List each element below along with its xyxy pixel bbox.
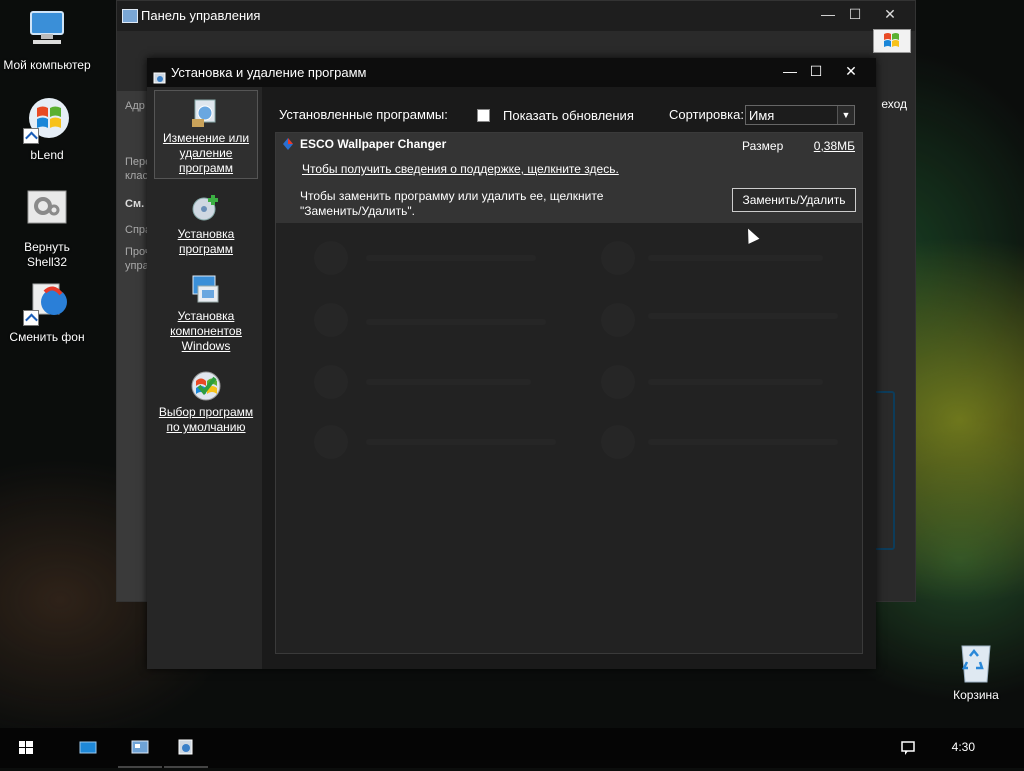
nav-windows-components[interactable]: Установка компонентов Windows — [154, 273, 258, 353]
show-updates-label: Показать обновления — [503, 108, 634, 123]
ghost-line — [366, 379, 531, 385]
add-remove-programs-icon — [178, 739, 193, 755]
shortcut-arrow-icon — [23, 128, 39, 144]
close-button[interactable]: ✕ — [834, 58, 868, 86]
ghost-line — [648, 379, 823, 385]
close-button[interactable]: ✕ — [873, 1, 907, 29]
ghost-icon — [601, 241, 635, 275]
windows-components-icon — [189, 273, 223, 307]
ghost-line — [366, 255, 536, 261]
control-panel-titlebar[interactable]: Панель управления — ☐ ✕ — [117, 1, 915, 31]
desktop-icon-label: bLend — [30, 148, 64, 162]
recycle-bin-icon — [952, 640, 1000, 684]
control-panel-title: Панель управления — [141, 8, 261, 23]
nav-label: Выбор программ по умолчанию — [158, 405, 254, 434]
ghost-icon — [601, 365, 635, 399]
dialog-nav: Изменение или удаление программ Установк… — [147, 87, 262, 669]
desktop-icon-blend[interactable]: bLend — [2, 96, 92, 163]
dialog-main: Установленные программы: Показать обновл… — [262, 87, 876, 669]
default-programs-icon — [189, 369, 223, 403]
desktop-icon-restore-shell32[interactable]: Вернуть Shell32 — [2, 188, 92, 270]
desktop-icon-label: Сменить фон — [9, 330, 85, 344]
desktop-icon — [79, 741, 97, 754]
exit-link[interactable]: еход — [881, 97, 907, 111]
ghost-icon — [314, 241, 348, 275]
nav-label: Изменение или удаление программ — [162, 131, 250, 175]
taskbar-clock[interactable]: 4:30 — [952, 740, 975, 754]
chevron-down-icon[interactable]: ▼ — [837, 106, 854, 124]
desktop-icon-recycle-bin[interactable]: Корзина — [931, 640, 1021, 703]
ghost-icon — [314, 425, 348, 459]
sort-value: Имя — [749, 108, 775, 123]
change-remove-programs-icon — [189, 95, 223, 129]
desktop-icon-my-computer[interactable]: Мой компьютер — [2, 6, 92, 73]
program-name: ESCO Wallpaper Changer — [300, 137, 447, 151]
nav-label: Установка программ — [177, 227, 235, 256]
add-remove-programs-window[interactable]: Установка и удаление программ — ☐ ✕ Изме… — [147, 58, 876, 669]
desktop-icon-change-wallpaper[interactable]: Сменить фон — [2, 278, 92, 345]
add-remove-programs-icon — [153, 66, 167, 84]
action-center-button[interactable] — [886, 728, 930, 768]
taskbar-desktop-button[interactable] — [66, 728, 110, 768]
ghost-line — [366, 319, 546, 325]
dialog-title: Установка и удаление программ — [171, 65, 367, 80]
taskbar-add-remove-programs-button[interactable] — [164, 728, 208, 768]
add-programs-icon — [189, 191, 223, 225]
ghost-icon — [314, 365, 348, 399]
sort-dropdown[interactable]: Имя ▼ — [745, 105, 855, 125]
ghost-icon — [314, 303, 348, 337]
ghost-icon — [601, 303, 635, 337]
change-remove-button[interactable]: Заменить/Удалить — [732, 188, 856, 212]
notification-icon — [901, 741, 915, 755]
start-button[interactable] — [4, 728, 48, 768]
nav-add-programs[interactable]: Установка программ — [154, 191, 258, 261]
support-link[interactable]: Чтобы получить сведения о поддержке, щел… — [302, 162, 619, 176]
show-updates-checkbox[interactable] — [477, 109, 490, 122]
program-icon — [281, 137, 295, 151]
ghost-line — [648, 439, 838, 445]
ghost-line — [648, 255, 823, 261]
program-description: Чтобы заменить программу или удалить ее,… — [300, 189, 604, 218]
windows-logo-icon — [873, 29, 911, 53]
sidebar-text: Адр — [125, 100, 145, 112]
dialog-titlebar[interactable]: Установка и удаление программ — ☐ ✕ — [147, 58, 876, 87]
program-list[interactable]: ESCO Wallpaper Changer Размер 0,38МБ Что… — [275, 132, 863, 654]
ghost-line — [366, 439, 556, 445]
desktop-icon-label: Мой компьютер — [3, 58, 91, 72]
size-label: Размер — [742, 139, 784, 153]
ghost-line — [648, 313, 838, 319]
nav-change-remove-programs[interactable]: Изменение или удаление программ — [154, 90, 258, 179]
control-panel-icon — [122, 9, 138, 23]
shortcut-arrow-icon — [23, 310, 39, 326]
maximize-button[interactable]: ☐ — [799, 58, 833, 86]
taskbar-control-panel-button[interactable] — [118, 728, 162, 768]
windows-flag-icon — [23, 96, 71, 144]
decorative-frame — [873, 391, 895, 550]
nav-default-programs[interactable]: Выбор программ по умолчанию — [154, 369, 258, 449]
taskbar: 4:30 — [0, 728, 1024, 768]
size-value: 0,38МБ — [813, 139, 855, 153]
desktop-icon-label: Вернуть Shell32 — [24, 240, 70, 269]
maximize-button[interactable]: ☐ — [838, 1, 872, 29]
computer-icon — [23, 6, 71, 54]
desktop-icon-label: Корзина — [953, 688, 999, 702]
wallpaper-changer-icon — [23, 278, 71, 326]
control-panel-icon — [131, 740, 149, 754]
sort-label: Сортировка: — [669, 107, 744, 122]
nav-label: Установка компонентов Windows — [170, 309, 242, 353]
installed-programs-label: Установленные программы: — [279, 107, 448, 122]
program-row-selected[interactable]: ESCO Wallpaper Changer Размер 0,38МБ Что… — [276, 133, 862, 223]
windows-start-icon — [19, 741, 33, 754]
ghost-icon — [601, 425, 635, 459]
settings-gear-icon — [23, 188, 71, 236]
